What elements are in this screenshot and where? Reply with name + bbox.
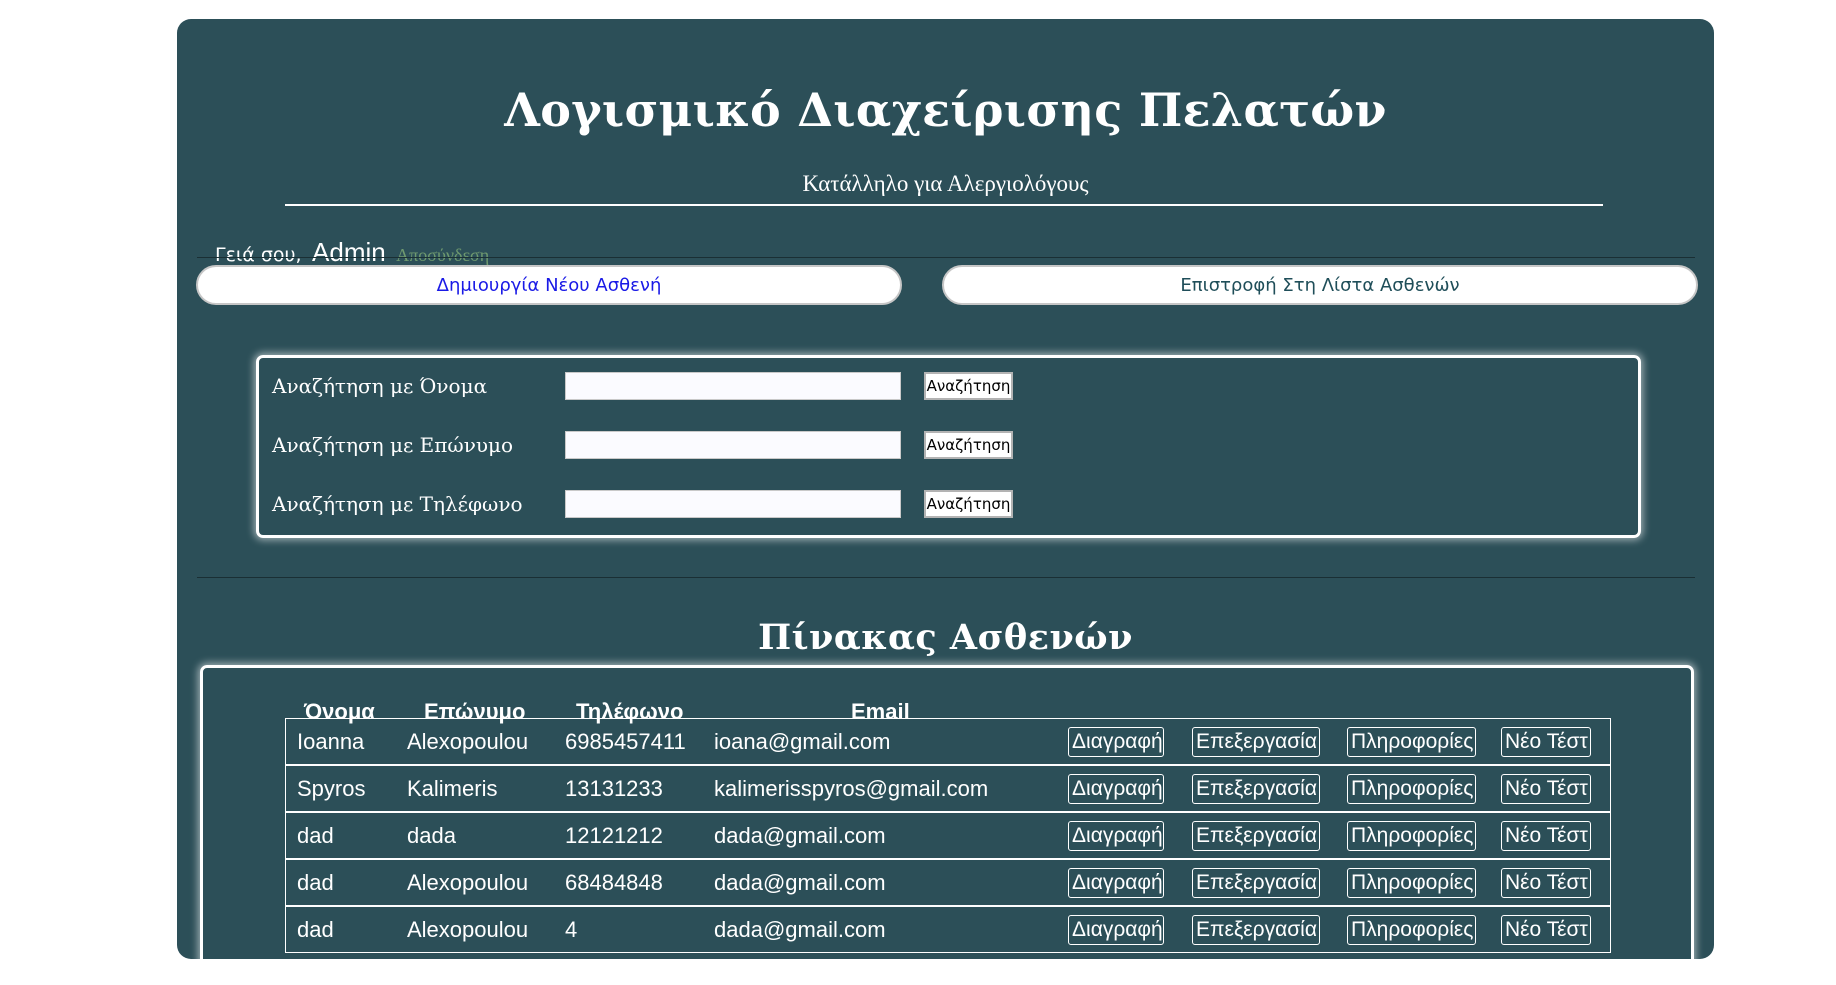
cell-first-name: dad [297,870,334,895]
search-surname-button[interactable]: Αναζήτηση [924,431,1013,459]
cell-email: kalimerisspyros@gmail.com [714,776,989,801]
table-row: Spyros Kalimeris 13131233 kalimerisspyro… [285,765,1611,812]
back-to-list-button[interactable]: Επιστροφή Στη Λίστα Ασθενών [942,265,1698,305]
cell-phone: 68484848 [565,870,663,895]
search-surname-input[interactable] [565,431,901,459]
cell-email: dada@gmail.com [714,917,886,942]
cell-first-name: Ioanna [297,729,365,754]
delete-button[interactable]: Διαγραφή [1068,821,1164,851]
user-greeting: Γειά σου, Admin Αποσύνδεση [215,237,489,268]
cell-phone: 13131233 [565,776,663,801]
edit-button[interactable]: Επεξεργασία [1192,868,1320,898]
section-divider [197,577,1695,578]
search-by-surname-row: Αναζήτηση με Επώνυμο Αναζήτηση [272,431,1032,459]
cell-last-name: Alexopoulou [407,870,529,895]
cell-email: dada@gmail.com [714,823,886,848]
new-test-button[interactable]: Νέο Τέστ [1501,727,1591,757]
table-row: dad Alexopoulou 68484848 dada@gmail.com … [285,859,1611,906]
new-test-button[interactable]: Νέο Τέστ [1501,868,1591,898]
new-test-button[interactable]: Νέο Τέστ [1501,821,1591,851]
search-phone-label: Αναζήτηση με Τηλέφωνο [272,492,523,516]
username: Admin [312,237,386,267]
edit-button[interactable]: Επεξεργασία [1192,727,1320,757]
page-title: Λογισμικό Διαχείρισης Πελατών [504,83,1387,137]
search-name-label: Αναζήτηση με Όνομα [272,374,488,398]
cell-email: dada@gmail.com [714,870,886,895]
table-row: dad dada 12121212 dada@gmail.com Διαγραφ… [285,812,1611,859]
cell-last-name: Alexopoulou [407,729,529,754]
cell-phone: 12121212 [565,823,663,848]
new-patient-button[interactable]: Δημιουργία Νέου Ασθενή [196,265,902,305]
search-by-phone-row: Αναζήτηση με Τηλέφωνο Αναζήτηση [272,490,1032,518]
cell-last-name: Alexopoulou [407,917,529,942]
info-button[interactable]: Πληροφορίες [1347,727,1476,757]
greeting-divider [197,257,1695,258]
delete-button[interactable]: Διαγραφή [1068,727,1164,757]
cell-last-name: dada [407,823,456,848]
info-button[interactable]: Πληροφορίες [1347,868,1476,898]
page-subtitle: Κατάλληλο για Αλεργιολόγους [802,171,1089,196]
info-button[interactable]: Πληροφορίες [1347,821,1476,851]
delete-button[interactable]: Διαγραφή [1068,774,1164,804]
logout-link[interactable]: Αποσύνδεση [396,245,489,265]
header-divider [285,204,1603,206]
info-button[interactable]: Πληροφορίες [1347,774,1476,804]
search-phone-input[interactable] [565,490,901,518]
main-panel: Λογισμικό Διαχείρισης Πελατών Κατάλληλο … [177,19,1714,985]
cell-first-name: dad [297,917,334,942]
search-by-name-row: Αναζήτηση με Όνομα Αναζήτηση [272,372,1032,400]
search-name-input[interactable] [565,372,901,400]
search-surname-label: Αναζήτηση με Επώνυμο [272,433,514,457]
patients-table-title: Πίνακας Ασθενών [758,617,1133,658]
cell-first-name: dad [297,823,334,848]
new-test-button[interactable]: Νέο Τέστ [1501,774,1591,804]
search-panel: Αναζήτηση με Όνομα Αναζήτηση Αναζήτηση μ… [256,355,1641,538]
edit-button[interactable]: Επεξεργασία [1192,774,1320,804]
cell-last-name: Kalimeris [407,776,498,801]
delete-button[interactable]: Διαγραφή [1068,868,1164,898]
cell-phone: 6985457411 [565,729,686,754]
cell-first-name: Spyros [297,776,366,801]
cell-phone: 4 [565,917,578,942]
table-row: Ioanna Alexopoulou 6985457411 ioana@gmai… [285,718,1611,765]
cell-email: ioana@gmail.com [714,729,891,754]
search-phone-button[interactable]: Αναζήτηση [924,490,1013,518]
search-name-button[interactable]: Αναζήτηση [924,372,1013,400]
edit-button[interactable]: Επεξεργασία [1192,821,1320,851]
greeting-text: Γειά σου, [215,244,302,266]
table-row: dad Alexopoulou 4 dada@gmail.com Διαγραφ… [285,906,1611,953]
